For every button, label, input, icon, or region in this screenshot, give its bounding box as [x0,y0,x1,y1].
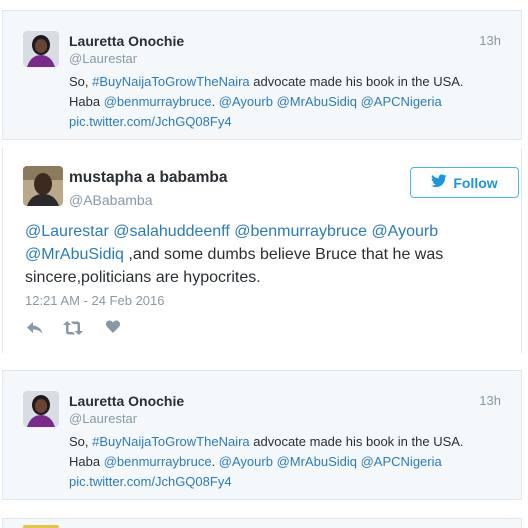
follow-label: Follow [453,174,498,191]
mention-link[interactable]: @APCNigeria [361,94,442,109]
tweet-timestamp[interactable]: 13h [479,33,501,48]
mention-link[interactable]: @benmurraybruce [104,94,212,109]
mention-link[interactable]: @MrAbuSidiq [277,454,357,469]
mention-link[interactable]: @Ayourb [371,223,438,240]
author-name[interactable]: mustapha a babamba [69,169,228,187]
pic-link[interactable]: pic.twitter.com/JchGQ08Fy4 [69,472,464,492]
author-handle[interactable]: @Laurestar [69,51,137,66]
tweet-text: So, #BuyNaijaToGrowTheNaira advocate mad… [69,72,464,132]
avatar[interactable] [23,31,59,67]
tweet-text: @Laurestar @salahuddeenff @benmurraybruc… [25,220,443,289]
tweet-timestamp[interactable]: 13h [479,393,501,408]
mention-link[interactable]: @salahuddeenff [113,223,229,240]
mention-link[interactable]: @MrAbuSidiq [25,246,124,263]
mention-link[interactable]: @APCNigeria [361,454,442,469]
tweet-line: So, #BuyNaijaToGrowTheNaira advocate mad… [69,434,464,449]
retweet-icon[interactable] [63,321,83,340]
mention-link[interactable]: @Ayourb [219,454,273,469]
tweet-line: @Laurestar @salahuddeenff @benmurraybruc… [25,220,443,243]
tweet-line: sincere,politicians are hypocrites. [25,269,261,286]
author-handle[interactable]: @Laurestar [69,411,137,426]
reply-icon[interactable] [27,321,43,340]
quoted-tweet-card[interactable]: Lauretta Onochie @Laurestar 13h So, #Buy… [2,10,522,140]
avatar[interactable] [23,391,59,427]
author-handle[interactable]: @ABabamba [69,192,152,208]
main-tweet: mustapha a babamba @ABabamba Follow @Lau… [2,148,522,353]
tweet-line: @MrAbuSidiq ,and some dumbs believe Bruc… [25,246,444,263]
author-name[interactable]: Lauretta Onochie [69,393,184,409]
hashtag-link[interactable]: #BuyNaijaToGrowTheNaira [92,434,250,449]
next-tweet-card[interactable] [2,518,522,528]
mention-link[interactable]: @benmurraybruce [104,454,212,469]
mention-link[interactable]: @Laurestar [25,223,109,240]
twitter-bird-icon [431,174,448,191]
mention-link[interactable]: @Ayourb [219,94,273,109]
follow-button[interactable]: Follow [410,167,519,198]
mention-link[interactable]: @MrAbuSidiq [277,94,357,109]
hashtag-link[interactable]: #BuyNaijaToGrowTheNaira [92,74,250,89]
tweet-line: Haba @benmurraybruce. @Ayourb @MrAbuSidi… [69,94,442,109]
tweet-line: So, #BuyNaijaToGrowTheNaira advocate mad… [69,74,464,89]
tweet-text: So, #BuyNaijaToGrowTheNaira advocate mad… [69,432,464,492]
heart-icon[interactable] [106,320,120,339]
pic-link[interactable]: pic.twitter.com/JchGQ08Fy4 [69,112,464,132]
quoted-tweet-card[interactable]: Lauretta Onochie @Laurestar 13h So, #Buy… [2,370,522,500]
tweet-line: Haba @benmurraybruce. @Ayourb @MrAbuSidi… [69,454,442,469]
avatar[interactable] [23,166,63,206]
author-name[interactable]: Lauretta Onochie [69,33,184,49]
tweet-date[interactable]: 12:21 AM - 24 Feb 2016 [25,293,164,308]
mention-link[interactable]: @benmurraybruce [234,223,367,240]
